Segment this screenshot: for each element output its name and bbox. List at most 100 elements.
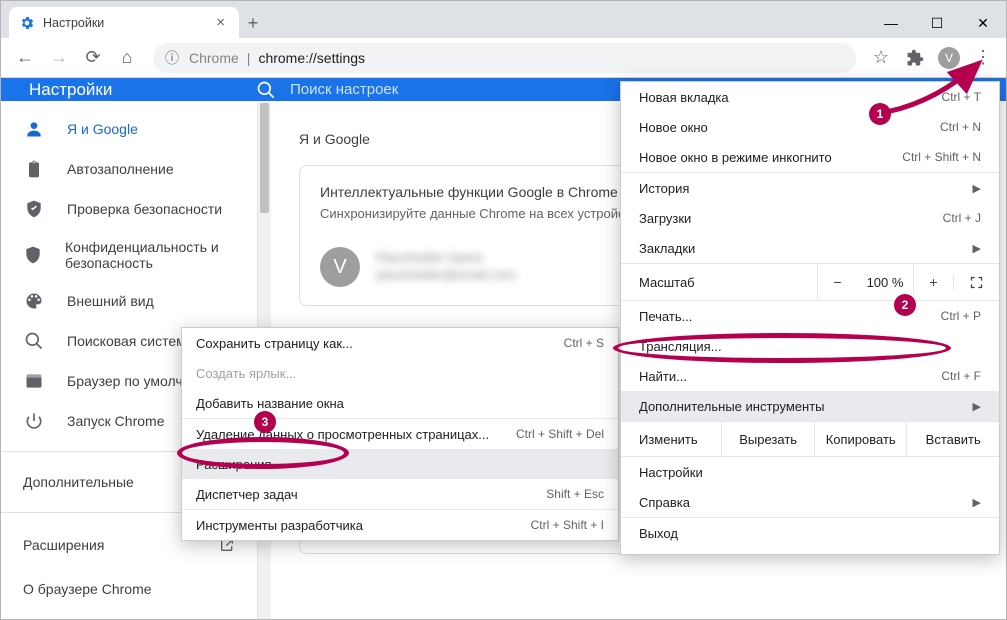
url-text: chrome://settings: [258, 50, 365, 66]
sidebar-link-about[interactable]: О браузере Chrome: [1, 567, 257, 611]
menu-item-paste[interactable]: Вставить: [907, 422, 999, 456]
back-button[interactable]: ←: [9, 42, 41, 74]
sidebar-item-label: Дополнительные: [23, 474, 134, 490]
submenu-item-name-window[interactable]: Добавить название окна: [182, 388, 618, 418]
submenu-item-create-shortcut[interactable]: Создать ярлык...: [182, 358, 618, 388]
close-window-button[interactable]: ✕: [960, 8, 1006, 38]
sidebar-item-privacy[interactable]: Конфиденциальность и безопасность: [1, 229, 257, 281]
sidebar-item-label: Поисковая система: [67, 333, 194, 349]
menu-item-downloads[interactable]: Загрузки Ctrl + J: [621, 203, 999, 233]
sidebar-item-label: Я и Google: [67, 121, 138, 137]
scrollbar-thumb[interactable]: [260, 103, 269, 213]
menu-label: Дополнительные инструменты: [639, 399, 825, 414]
address-bar[interactable]: ⓘ Chrome | chrome://settings: [153, 43, 856, 73]
close-icon[interactable]: ×: [216, 14, 225, 31]
chevron-right-icon: ▶: [973, 400, 981, 413]
menu-label: Добавить название окна: [196, 396, 344, 411]
page-title: Настройки: [1, 80, 256, 100]
zoom-out-button[interactable]: −: [817, 264, 857, 300]
annotation-ring-2: [613, 333, 951, 363]
tab-title: Настройки: [43, 16, 104, 30]
menu-shortcut: Shift + Esc: [546, 487, 604, 501]
power-icon: [23, 411, 45, 431]
new-tab-button[interactable]: +: [239, 13, 267, 38]
menu-label: Создать ярлык...: [196, 366, 296, 381]
menu-label: Новое окно в режиме инкогнито: [639, 150, 832, 165]
shield-check-icon: [23, 199, 45, 219]
sidebar-item-label: Проверка безопасности: [67, 201, 222, 217]
person-icon: [23, 119, 45, 139]
menu-shortcut: Ctrl + N: [940, 120, 981, 134]
url-sep: |: [247, 50, 251, 66]
submenu-item-save-page[interactable]: Сохранить страницу как... Ctrl + S: [182, 328, 618, 358]
menu-label: Справка: [639, 495, 690, 510]
menu-item-find[interactable]: Найти...Ctrl + F: [621, 361, 999, 391]
menu-shortcut: Ctrl + Shift + N: [902, 150, 981, 164]
menu-label: Загрузки: [639, 211, 691, 226]
window-titlebar: Настройки × + — ☐ ✕: [1, 1, 1006, 38]
menu-label: Инструменты разработчика: [196, 518, 363, 533]
menu-shortcut: Ctrl + S: [564, 336, 604, 350]
menu-item-print[interactable]: Печать... Ctrl + P: [621, 301, 999, 331]
menu-label: Изменить: [621, 422, 722, 456]
menu-label: Выход: [639, 526, 678, 541]
maximize-button[interactable]: ☐: [914, 8, 960, 38]
sidebar-item-label: О браузере Chrome: [23, 581, 152, 597]
menu-item-incognito[interactable]: Новое окно в режиме инкогнито Ctrl + Shif…: [621, 142, 999, 172]
annotation-ring-3: [177, 437, 349, 469]
sidebar-item-label: Внешний вид: [67, 293, 154, 309]
menu-item-settings[interactable]: Настройки: [621, 457, 999, 487]
menu-label: Настройки: [639, 465, 703, 480]
clipboard-icon: [23, 159, 45, 179]
browser-tab[interactable]: Настройки ×: [9, 7, 239, 38]
sidebar-item-safety-check[interactable]: Проверка безопасности: [1, 189, 257, 229]
menu-item-cut[interactable]: Вырезать: [722, 422, 815, 456]
chevron-right-icon: ▶: [973, 242, 981, 255]
home-button[interactable]: ⌂: [111, 42, 143, 74]
zoom-value: 100 %: [857, 275, 913, 290]
menu-label: Сохранить страницу как...: [196, 336, 353, 351]
menu-shortcut: Ctrl + Shift + Del: [516, 427, 604, 441]
reload-button[interactable]: ⟳: [77, 42, 109, 74]
sidebar-item-label: Конфиденциальность и безопасность: [65, 239, 247, 271]
sidebar-item-label: Автозаполнение: [67, 161, 174, 177]
sidebar-item-label: Запуск Chrome: [67, 413, 164, 429]
search-icon: [256, 80, 276, 100]
sidebar-item-label: Расширения: [23, 537, 104, 553]
menu-label: Печать...: [639, 309, 692, 324]
menu-shortcut: Ctrl + Shift + I: [531, 518, 604, 532]
menu-shortcut: Ctrl + J: [943, 211, 981, 225]
menu-label: Новое окно: [639, 120, 708, 135]
avatar-icon: V: [320, 247, 360, 287]
menu-item-history[interactable]: История▶: [621, 173, 999, 203]
minimize-button[interactable]: —: [868, 8, 914, 38]
zoom-in-button[interactable]: +: [913, 264, 953, 300]
menu-item-help[interactable]: Справка ▶: [621, 487, 999, 517]
annotation-badge-2: 2: [894, 294, 916, 316]
browser-icon: [23, 371, 45, 391]
main-menu: Новая вкладкаCtrl + T Новое окноCtrl + N…: [620, 81, 1000, 555]
submenu-item-dev-tools[interactable]: Инструменты разработчика Ctrl + Shift + I: [182, 510, 618, 540]
browser-toolbar: ← → ⟳ ⌂ ⓘ Chrome | chrome://settings ☆ V…: [1, 38, 1006, 78]
menu-item-more-tools[interactable]: Дополнительные инструменты ▶: [621, 391, 999, 421]
fullscreen-button[interactable]: [953, 275, 999, 290]
menu-label: Масштаб: [639, 275, 817, 290]
forward-button[interactable]: →: [43, 42, 75, 74]
site-info-icon[interactable]: ⓘ: [165, 48, 179, 68]
url-prefix: Chrome: [189, 50, 239, 66]
chevron-right-icon: ▶: [973, 496, 981, 509]
window-controls: — ☐ ✕: [868, 8, 1006, 38]
menu-item-copy[interactable]: Копировать: [815, 422, 908, 456]
sidebar-item-autofill[interactable]: Автозаполнение: [1, 149, 257, 189]
shield-icon: [23, 245, 43, 265]
menu-item-bookmarks[interactable]: Закладки▶: [621, 233, 999, 263]
sidebar-item-appearance[interactable]: Внешний вид: [1, 281, 257, 321]
profile-name: Placeholder Name: [376, 250, 516, 267]
sidebar-item-you-and-google[interactable]: Я и Google: [1, 109, 257, 149]
menu-item-exit[interactable]: Выход: [621, 518, 999, 548]
search-icon: [23, 331, 45, 351]
annotation-badge-3: 3: [254, 411, 276, 433]
menu-label: Новая вкладка: [639, 90, 729, 105]
submenu-item-task-manager[interactable]: Диспетчер задачShift + Esc: [182, 479, 618, 509]
menu-shortcut: Ctrl + P: [941, 309, 981, 323]
